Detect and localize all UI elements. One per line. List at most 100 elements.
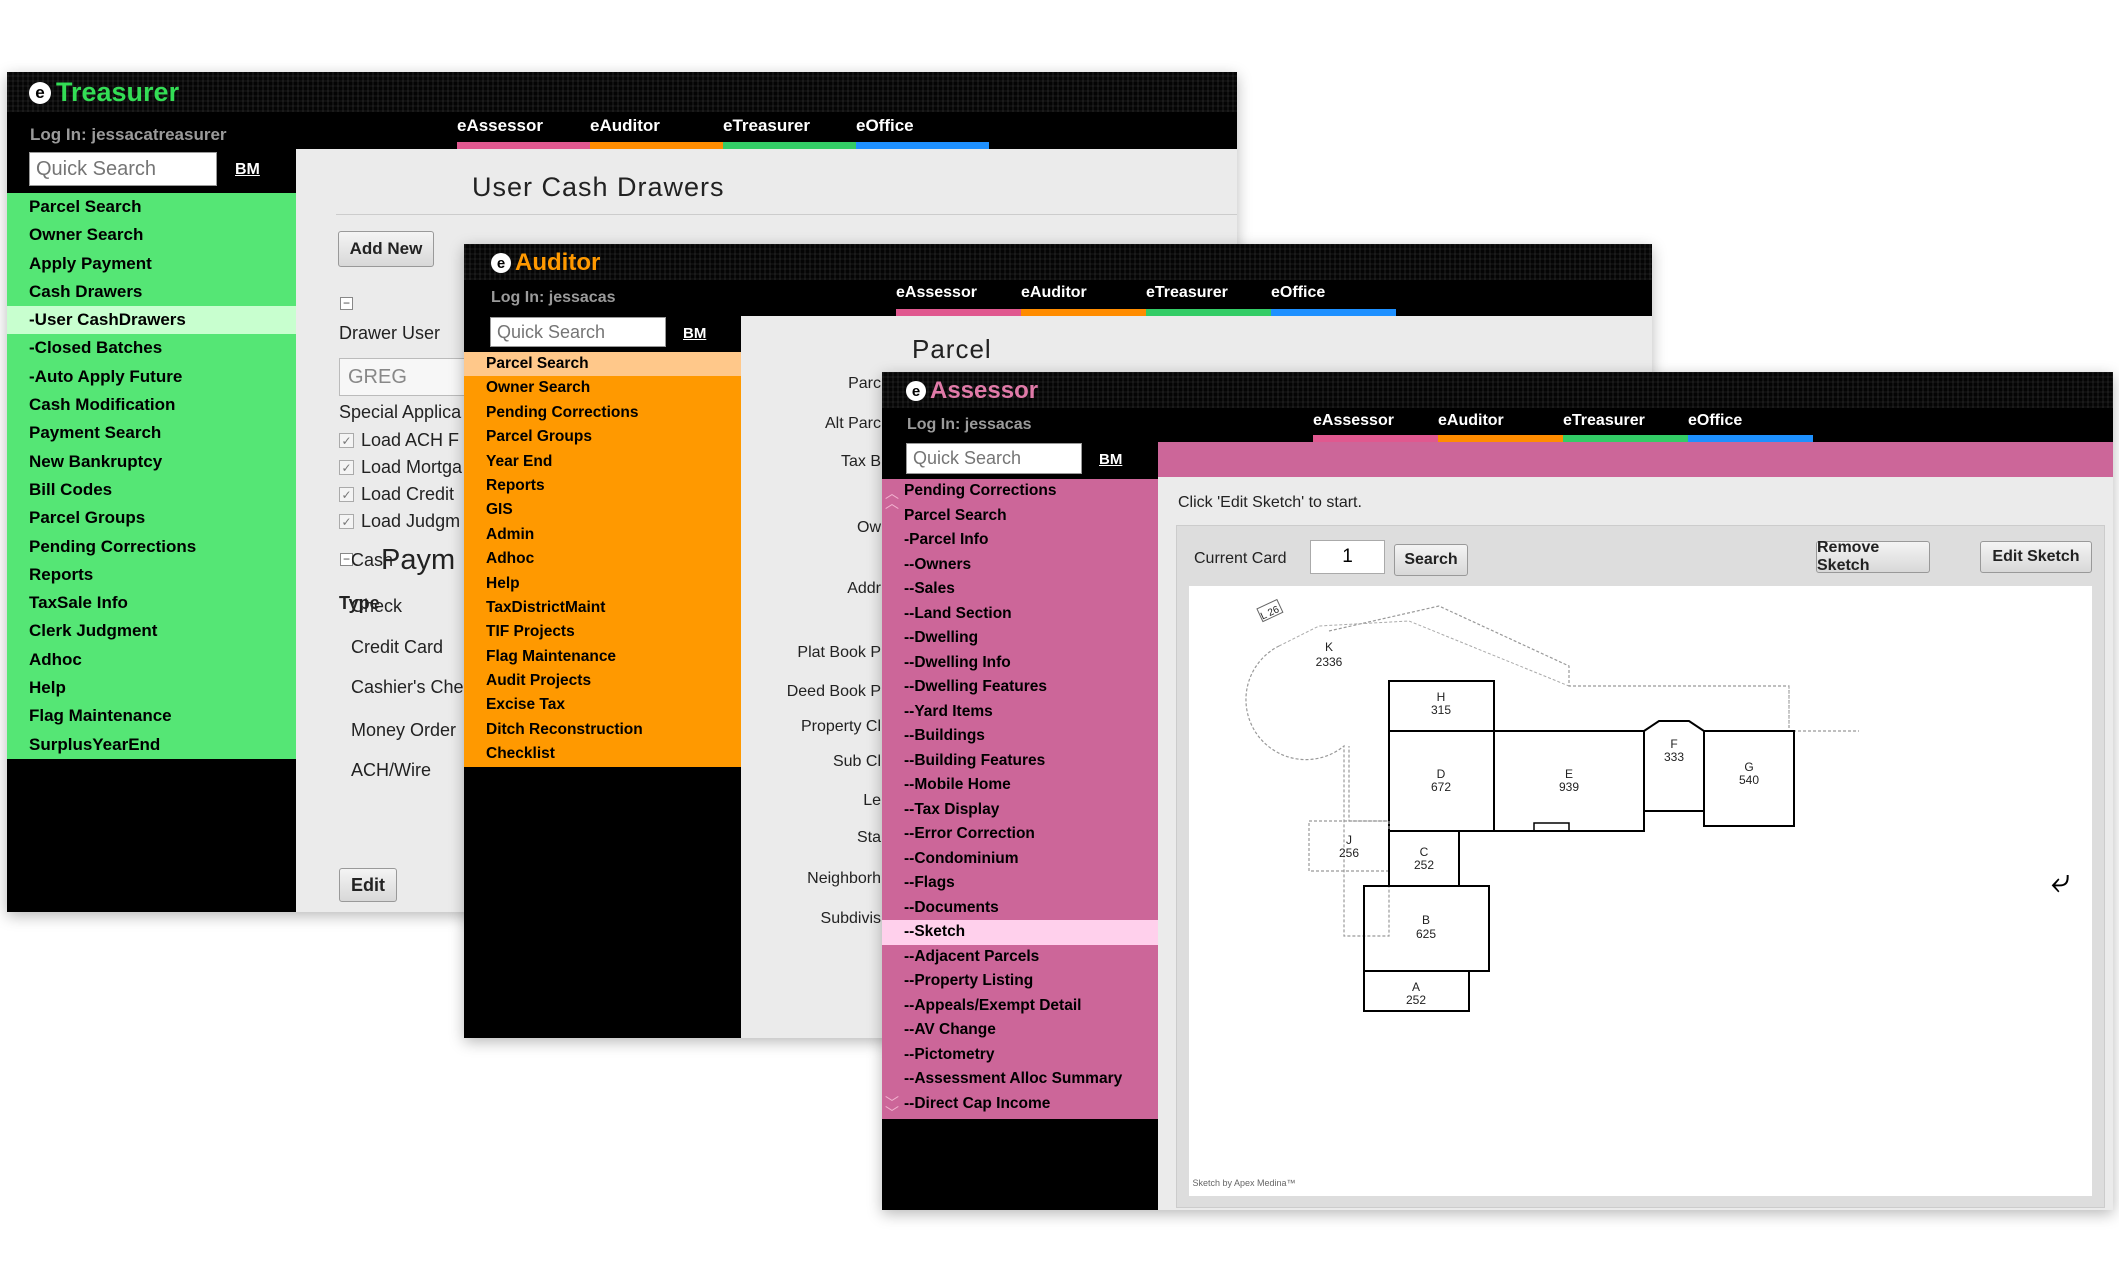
sidebar-item-new-bankruptcy[interactable]: New Bankruptcy [7,448,296,476]
e-logo-icon: e [29,81,51,104]
tab-eoffice[interactable]: eOffice [856,112,989,149]
tab-eassessor[interactable]: eAssessor [1313,408,1438,442]
checkbox[interactable]: ✓ [339,460,354,475]
sidebar-item-dwelling-features[interactable]: --Dwelling Features [882,675,1158,700]
sidebar-item-owner-search[interactable]: Owner Search [7,221,296,249]
sidebar-item-excise-tax[interactable]: Excise Tax [464,693,741,717]
remove-sketch-button[interactable]: Remove Sketch [1816,539,1930,574]
sidebar-item-adhoc[interactable]: Adhoc [7,646,296,674]
sidebar-item-parcel-groups[interactable]: Parcel Groups [7,504,296,532]
sidebar-item-adjacent-parcels[interactable]: --Adjacent Parcels [882,945,1158,970]
sidebar-item-ditch-reconstruction[interactable]: Ditch Reconstruction [464,718,741,742]
sidebar-item-yard-items[interactable]: --Yard Items [882,700,1158,725]
sidebar-item-mobile-home[interactable]: --Mobile Home [882,773,1158,798]
sidebar-item-year-end[interactable]: Year End [464,450,741,474]
sidebar-item-flag-maintenance[interactable]: Flag Maintenance [7,702,296,730]
sidebar-item-av-change[interactable]: --AV Change [882,1018,1158,1043]
search-button[interactable]: Search [1394,544,1468,576]
checkbox[interactable]: ✓ [339,487,354,502]
sidebar-item-payment-search[interactable]: Payment Search [7,419,296,447]
sidebar-item-user-cashdrawers[interactable]: -User CashDrawers [7,306,296,335]
sidebar-item-tif-projects[interactable]: TIF Projects [464,620,741,644]
sidebar-item-direct-cap-income[interactable]: --Direct Cap Income [882,1092,1158,1117]
sidebar-item-closed-batches[interactable]: -Closed Batches [7,334,296,362]
tab-eoffice[interactable]: eOffice [1688,408,1813,442]
tab-etreasurer[interactable]: eTreasurer [723,112,856,149]
sidebar-item-checklist[interactable]: Checklist [464,742,741,766]
sidebar-item-condominium[interactable]: --Condominium [882,847,1158,872]
sidebar-item-error-correction[interactable]: --Error Correction [882,822,1158,847]
sidebar-item-dwelling-info[interactable]: --Dwelling Info [882,651,1158,676]
add-new-button[interactable]: Add New [338,231,434,267]
tab-eoffice[interactable]: eOffice [1271,280,1396,316]
sidebar-item-appeals-exempt-detail[interactable]: --Appeals/Exempt Detail [882,994,1158,1019]
checkbox-row[interactable]: ✓ Load Credit [339,484,454,505]
sidebar-item-parcel-info[interactable]: -Parcel Info [882,528,1158,553]
checkbox-row[interactable]: ✓ Load Mortga [339,457,462,478]
sidebar-item-property-listing[interactable]: --Property Listing [882,969,1158,994]
sidebar-item-sketch[interactable]: --Sketch [882,920,1158,945]
tab-eauditor[interactable]: eAuditor [1021,280,1146,316]
sidebar-item-tax-display[interactable]: --Tax Display [882,798,1158,823]
scroll-up-icon[interactable]: ︿ ︿ [885,486,899,510]
collapse-icon[interactable]: − [340,297,353,310]
sidebar-item-dwelling[interactable]: --Dwelling [882,626,1158,651]
bm-link[interactable]: BM [235,161,260,179]
checkbox-row[interactable]: ✓ Load ACH F [339,430,459,451]
sidebar-item-documents[interactable]: --Documents [882,896,1158,921]
sidebar-item-taxdistrictmaint[interactable]: TaxDistrictMaint [464,596,741,620]
sidebar-item-parcel-search[interactable]: Parcel Search [882,504,1158,529]
sidebar-item-reports[interactable]: Reports [7,561,296,589]
quick-search-input[interactable] [906,443,1082,474]
sidebar-item-flag-maintenance[interactable]: Flag Maintenance [464,645,741,669]
tab-etreasurer[interactable]: eTreasurer [1146,280,1271,316]
sidebar-item-pictometry[interactable]: --Pictometry [882,1043,1158,1068]
edit-button[interactable]: Edit [339,868,397,902]
sidebar-item-owner-search[interactable]: Owner Search [464,376,741,400]
edit-sketch-button[interactable]: Edit Sketch [1980,541,2092,573]
sidebar-item-help[interactable]: Help [7,674,296,702]
checkbox[interactable]: ✓ [339,514,354,529]
sidebar-item-pending-corrections[interactable]: Pending Corrections [7,533,296,561]
tab-eauditor[interactable]: eAuditor [1438,408,1563,442]
checkbox-row[interactable]: ✓ Load Judgm [339,511,460,532]
sidebar-item-auto-apply-future[interactable]: -Auto Apply Future [7,363,296,391]
sidebar-item-parcel-search[interactable]: Parcel Search [7,193,296,221]
sidebar-item-pending-corrections[interactable]: Pending Corrections [882,479,1158,504]
bm-link[interactable]: BM [1099,451,1122,468]
sidebar-item-reports[interactable]: Reports [464,474,741,498]
quick-search-input[interactable] [490,317,666,347]
tab-eauditor[interactable]: eAuditor [590,112,723,149]
sidebar-item-admin[interactable]: Admin [464,523,741,547]
sidebar-item-audit-projects[interactable]: Audit Projects [464,669,741,693]
bm-link[interactable]: BM [683,325,706,342]
sidebar-item-pending-corrections[interactable]: Pending Corrections [464,401,741,425]
tab-etreasurer[interactable]: eTreasurer [1563,408,1688,442]
tab-eassessor[interactable]: eAssessor [896,280,1021,316]
sidebar-item-parcel-search[interactable]: Parcel Search [464,352,741,377]
sidebar-item-flags[interactable]: --Flags [882,871,1158,896]
current-card-input[interactable]: 1 [1310,540,1385,574]
sidebar-item-help[interactable]: Help [464,572,741,596]
sidebar-item-surplusyearend[interactable]: SurplusYearEnd [7,731,296,759]
sidebar-item-owners[interactable]: --Owners [882,553,1158,578]
sidebar-item-taxsale-info[interactable]: TaxSale Info [7,589,296,617]
checkbox[interactable]: ✓ [339,433,354,448]
sidebar-item-apply-payment[interactable]: Apply Payment [7,250,296,278]
sidebar-item-buildings[interactable]: --Buildings [882,724,1158,749]
quick-search-input[interactable] [29,152,217,186]
sidebar-item-bill-codes[interactable]: Bill Codes [7,476,296,504]
sidebar-item-cash-modification[interactable]: Cash Modification [7,391,296,419]
sidebar-item-clerk-judgment[interactable]: Clerk Judgment [7,617,296,645]
sidebar-item-cash-drawers[interactable]: Cash Drawers [7,278,296,306]
sidebar-item-gis[interactable]: GIS [464,498,741,522]
sidebar-item-building-features[interactable]: --Building Features [882,749,1158,774]
sidebar-item-land-section[interactable]: --Land Section [882,602,1158,627]
sidebar-item-parcel-groups[interactable]: Parcel Groups [464,425,741,449]
scroll-down-icon[interactable]: ﹀ ﹀ [885,1096,899,1120]
sidebar-item-assessment-alloc-summary[interactable]: --Assessment Alloc Summary [882,1067,1158,1092]
rotate-icon[interactable]: ⤶ [2051,862,2070,901]
sidebar-item-sales[interactable]: --Sales [882,577,1158,602]
sidebar-item-adhoc[interactable]: Adhoc [464,547,741,571]
tab-eassessor[interactable]: eAssessor [457,112,590,149]
